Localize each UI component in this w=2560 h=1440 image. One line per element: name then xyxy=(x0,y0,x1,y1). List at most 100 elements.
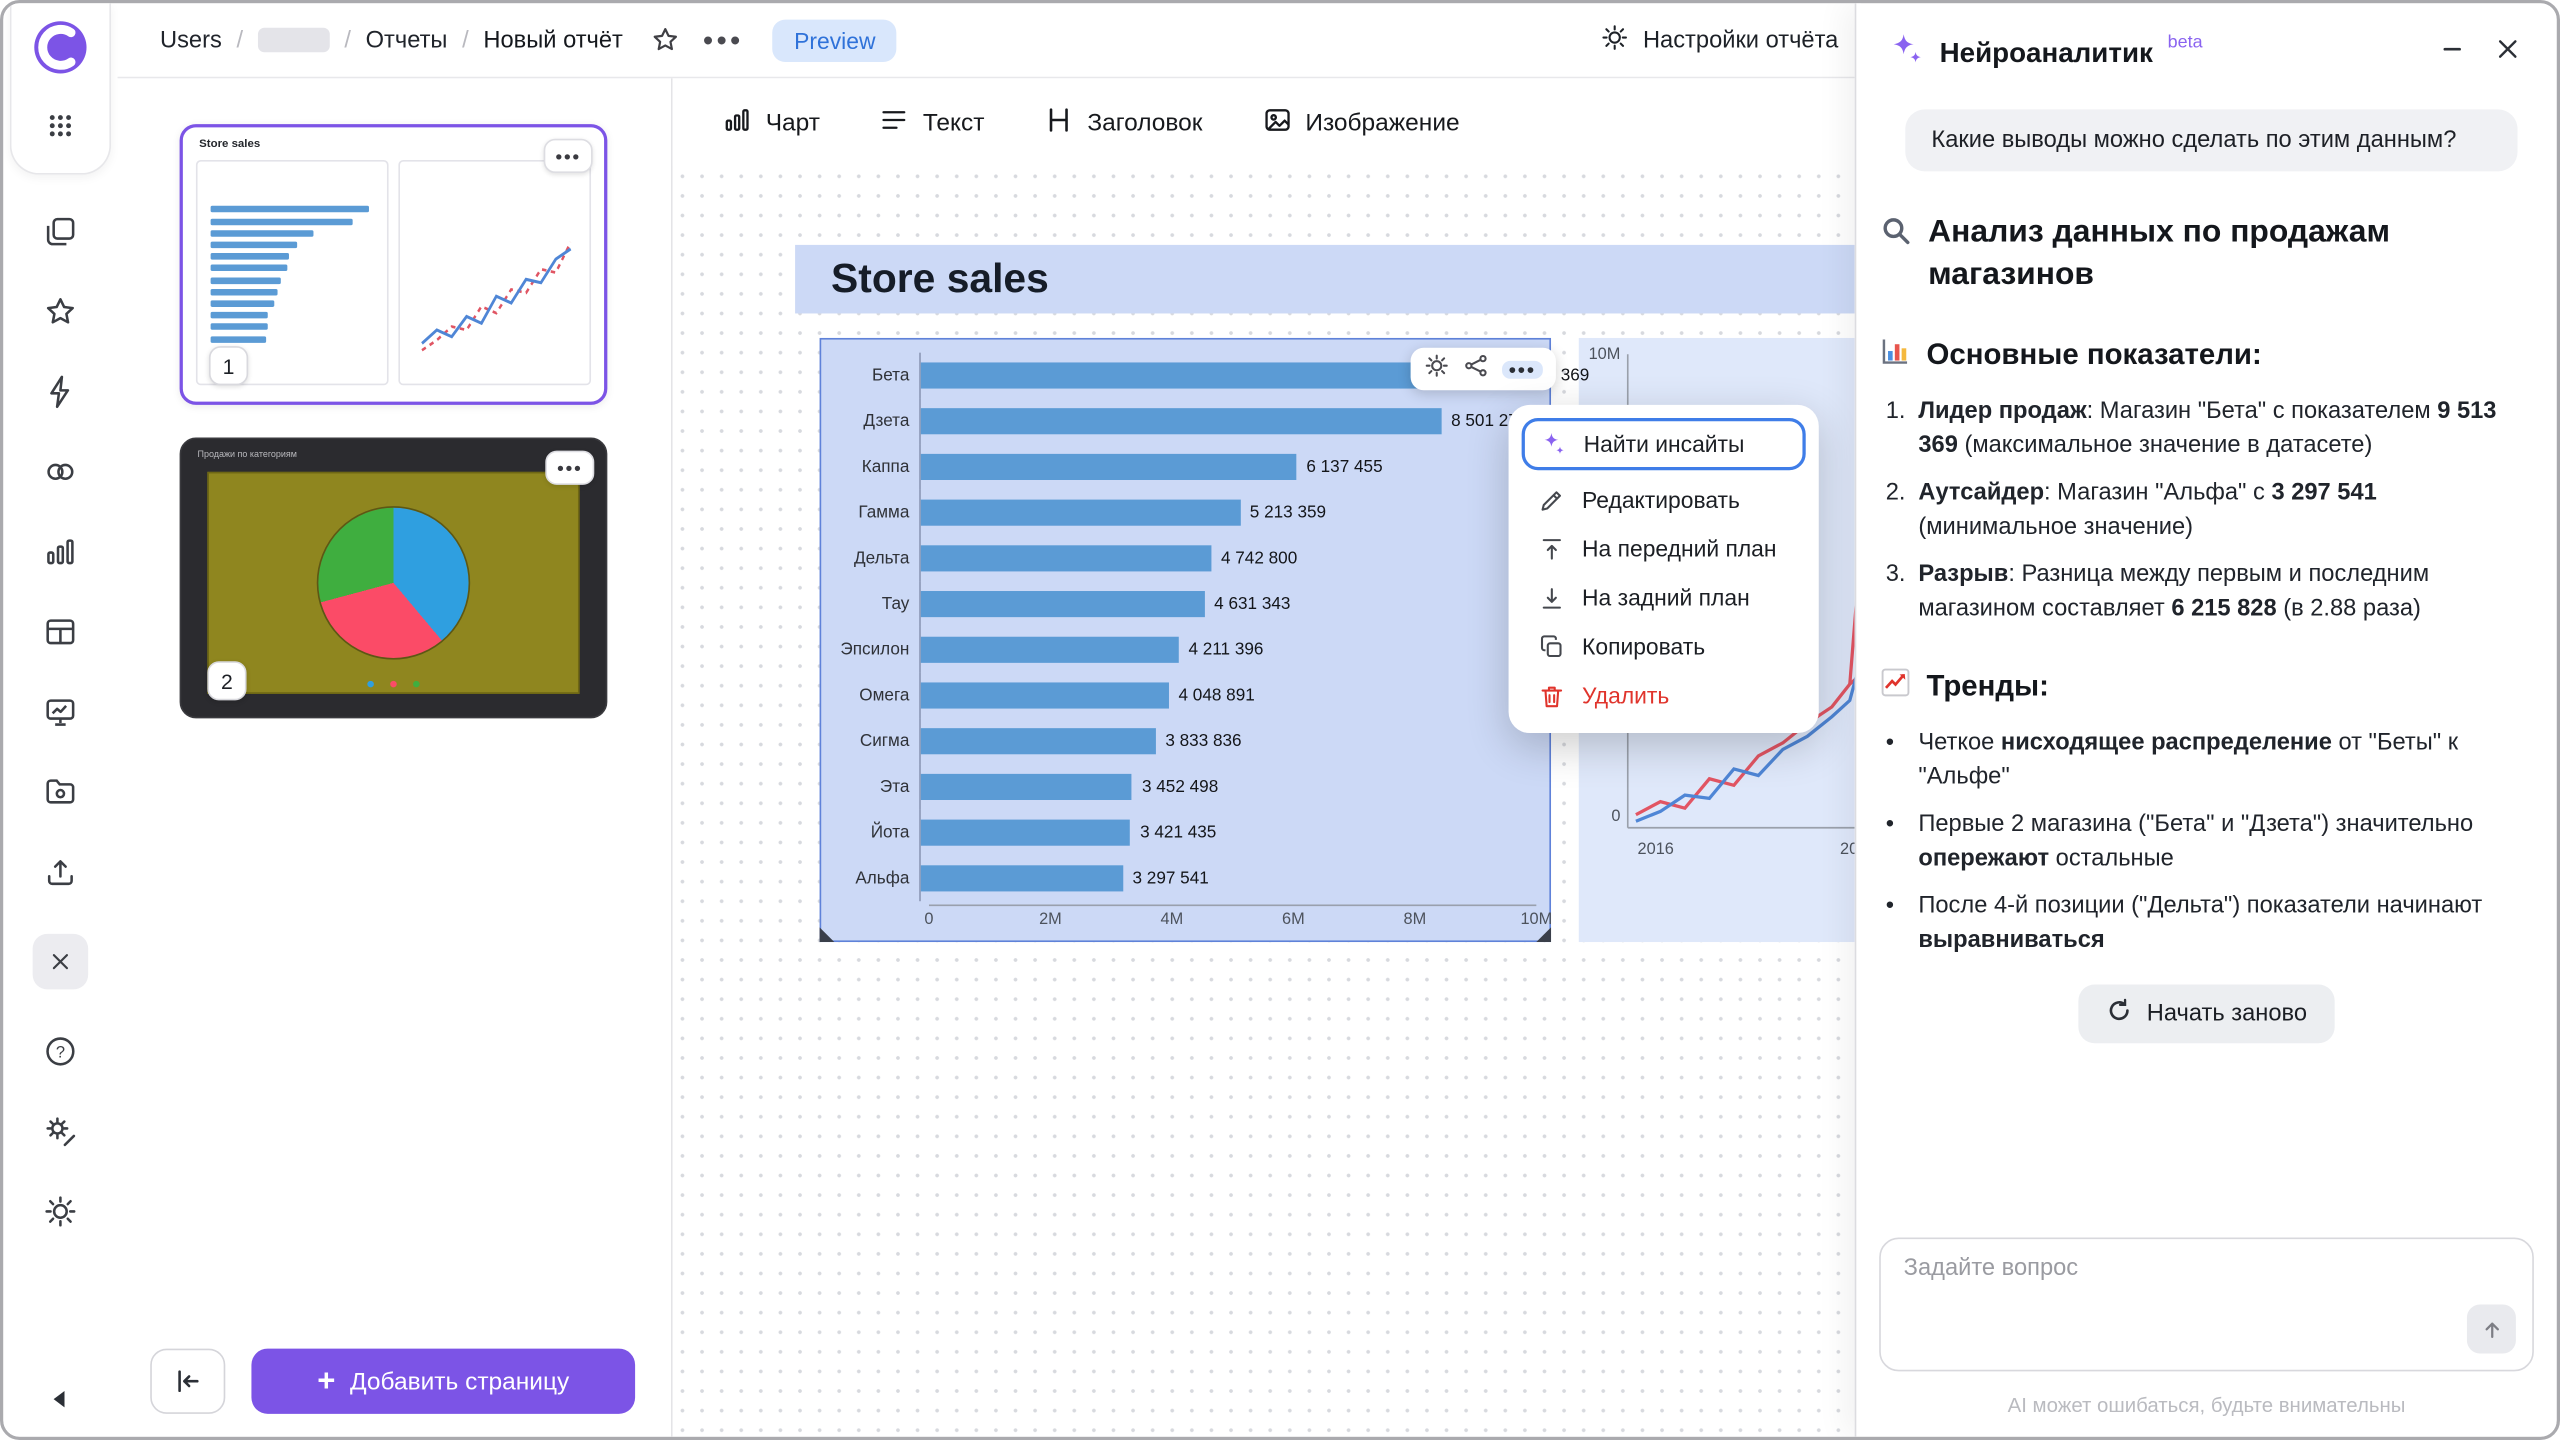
text-segment: нисходящее распределение xyxy=(2001,730,2332,756)
resize-handle[interactable] xyxy=(820,927,835,942)
favorite-star-icon[interactable] xyxy=(649,24,680,55)
datasets-icon[interactable] xyxy=(42,454,78,490)
add-chart-button[interactable]: Чарт xyxy=(722,104,820,142)
bar-value-label: 3 452 498 xyxy=(1142,777,1218,797)
bar-row: Эпсилон4 211 396 xyxy=(834,627,1533,673)
trend-emoji-icon xyxy=(1879,666,1912,707)
bar-category-label: Эпсилон xyxy=(834,640,919,660)
text-segment: (минимальное значение) xyxy=(1918,514,2193,540)
list-number: 1. xyxy=(1886,395,1906,429)
breadcrumb-separator: / xyxy=(344,27,351,53)
menu-item-label: Копировать xyxy=(1582,633,1705,659)
page-thumbnail-1[interactable]: Store sales xyxy=(180,124,608,405)
storage-folder-icon[interactable] xyxy=(42,774,78,810)
bar-row: Гамма5 213 359 xyxy=(834,490,1533,536)
restart-button-label: Начать заново xyxy=(2147,1001,2307,1027)
bar-chart-emoji-icon xyxy=(1879,335,1912,376)
ai-question-input[interactable] xyxy=(1904,1256,2513,1351)
list-item: • Четкое нисходящее распределение от "Бе… xyxy=(1882,727,2520,796)
menu-item-copy[interactable]: Копировать xyxy=(1522,622,1806,671)
x-tick: 2M xyxy=(1039,911,1062,929)
text-icon xyxy=(879,104,910,142)
apps-grid-icon[interactable] xyxy=(44,109,77,150)
bar-value-label: 4 631 343 xyxy=(1214,594,1290,614)
breadcrumb-item-users[interactable]: Users xyxy=(160,27,222,53)
thumbnail-line-chart xyxy=(398,160,591,385)
send-button[interactable] xyxy=(2467,1304,2516,1353)
widget-settings-gear-icon[interactable] xyxy=(1424,352,1450,386)
user-message-bubble: Какие выводы можно сделать по этим данны… xyxy=(1905,109,2517,171)
widget-more-icon[interactable]: ••• xyxy=(1502,360,1542,378)
close-nav-button[interactable] xyxy=(33,934,89,990)
text-segment: После 4-й позиции ("Дельта") показатели … xyxy=(1918,893,2482,919)
report-settings-button[interactable]: Настройки отчёта xyxy=(1601,22,1862,58)
menu-item-label: На задний план xyxy=(1582,584,1750,610)
close-icon[interactable] xyxy=(2495,36,2521,70)
quick-actions-icon[interactable] xyxy=(42,374,78,410)
menu-item-label: Удалить xyxy=(1582,682,1669,708)
help-icon[interactable]: ? xyxy=(42,1033,78,1069)
widget-relations-icon[interactable] xyxy=(1463,352,1489,386)
tables-icon[interactable] xyxy=(42,614,78,650)
screen: ? Users / / Отчеты / Новый отчёт ••• Pre… xyxy=(0,0,2560,1440)
text-segment: (максимальное значение в датасете) xyxy=(1958,433,2372,459)
bar-row: Эта 3 452 498 xyxy=(834,764,1533,810)
svg-text:?: ? xyxy=(56,1043,65,1061)
bar-category-label: Йота xyxy=(834,823,919,843)
menu-item-send-back[interactable]: На задний план xyxy=(1522,573,1806,622)
menu-item-bring-front[interactable]: На передний план xyxy=(1522,524,1806,573)
charts-icon[interactable] xyxy=(42,534,78,570)
add-image-button[interactable]: Изображение xyxy=(1261,104,1459,142)
trends-heading-text: Тренды: xyxy=(1927,669,2049,703)
title-widget[interactable]: Store sales xyxy=(795,245,1855,314)
bar-chart-widget[interactable]: Бета9 513 369 Дзета8 501 271 Каппа6 137 … xyxy=(820,338,1551,942)
text-segment: Лидер продаж xyxy=(1918,398,2086,424)
add-chart-label: Чарт xyxy=(766,109,820,137)
add-heading-button[interactable]: Заголовок xyxy=(1043,104,1202,142)
bar-value-label: 3 421 435 xyxy=(1140,823,1216,843)
minimize-icon[interactable] xyxy=(2439,36,2465,70)
collections-icon[interactable] xyxy=(42,214,78,250)
thumbnail-more-icon[interactable]: ••• xyxy=(544,139,593,173)
breadcrumb-item-reports[interactable]: Отчеты xyxy=(366,27,448,53)
thumbnail-more-icon[interactable]: ••• xyxy=(545,451,594,485)
favorites-star-icon[interactable] xyxy=(42,294,78,330)
more-actions-icon[interactable]: ••• xyxy=(703,32,744,48)
list-number: 3. xyxy=(1886,558,1906,592)
x-tick: 0 xyxy=(924,911,933,929)
add-text-button[interactable]: Текст xyxy=(879,104,985,142)
bar-value-label: 6 137 455 xyxy=(1306,457,1382,477)
report-canvas[interactable]: Store sales Бета9 513 369 Дзета8 501 271… xyxy=(673,167,1855,1437)
dashboards-icon[interactable] xyxy=(42,694,78,730)
image-icon xyxy=(1261,104,1292,142)
breadcrumb-item-hidden[interactable] xyxy=(258,28,330,52)
menu-item-edit[interactable]: Редактировать xyxy=(1522,475,1806,524)
bar-value-label: 4 048 891 xyxy=(1178,686,1254,706)
upload-icon[interactable] xyxy=(42,854,78,890)
menu-item-delete[interactable]: Удалить xyxy=(1522,671,1806,720)
widget-toolbar: ••• xyxy=(1411,348,1556,390)
bar xyxy=(921,728,1156,754)
add-page-button[interactable]: + Добавить страницу xyxy=(251,1349,635,1414)
page-number-badge[interactable]: 2 xyxy=(207,661,246,700)
restart-button[interactable]: Начать заново xyxy=(2078,984,2335,1043)
bar-value-label: 5 213 359 xyxy=(1250,503,1326,523)
bar-category-label: Эта xyxy=(834,777,919,797)
service-settings-icon[interactable] xyxy=(42,1113,78,1149)
text-segment: 6 215 828 xyxy=(2171,596,2276,622)
metrics-heading: Основные показатели: xyxy=(1879,335,2521,376)
editor-main: Чарт Текст Заголовок Изображение Store s… xyxy=(673,78,1855,1436)
collapse-nav-icon[interactable] xyxy=(44,1383,77,1424)
menu-item-find-insights[interactable]: Найти инсайты xyxy=(1522,418,1806,470)
breadcrumb-separator: / xyxy=(462,27,469,53)
resize-handle[interactable] xyxy=(1536,927,1551,942)
page-thumbnail-2[interactable]: Продажи по категориям ••• 2 xyxy=(180,438,608,719)
preview-button[interactable]: Preview xyxy=(773,19,897,61)
settings-gear-icon[interactable] xyxy=(42,1193,78,1229)
add-image-label: Изображение xyxy=(1305,109,1459,137)
datalens-logo-icon[interactable] xyxy=(33,20,89,84)
collapse-pages-panel-button[interactable] xyxy=(150,1349,225,1414)
bar-value-label: 3 833 836 xyxy=(1165,731,1241,751)
page-number-badge[interactable]: 1 xyxy=(209,346,248,385)
bar-category-label: Альфа xyxy=(834,869,919,889)
